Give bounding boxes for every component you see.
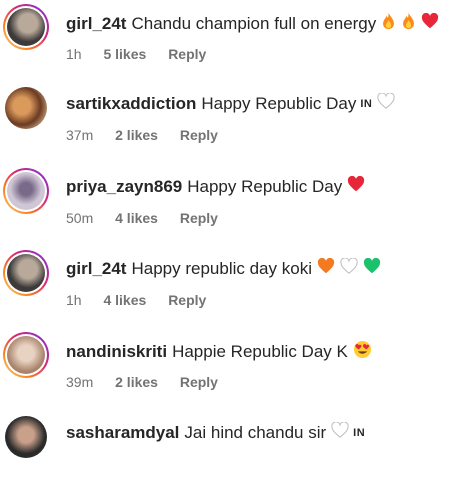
avatar[interactable] xyxy=(3,4,49,50)
comment-username[interactable]: girl_24t xyxy=(66,14,126,34)
green-heart-emoji xyxy=(363,257,381,279)
comment-item: sartikxaddiction Happy Republic Day IN 3… xyxy=(0,85,460,155)
avatar[interactable] xyxy=(3,250,49,296)
flag-in: IN xyxy=(360,97,373,110)
comment-text: Happy Republic Day xyxy=(201,93,357,113)
reply-button[interactable]: Reply xyxy=(180,210,218,226)
comment-text: Happie Republic Day K xyxy=(172,342,348,361)
comment-text: Happy republic day koki xyxy=(131,258,312,278)
avatar[interactable] xyxy=(3,85,49,131)
red-heart-emoji xyxy=(421,12,439,34)
comment-time: 37m xyxy=(66,127,94,143)
comment-time: 50m xyxy=(66,210,94,226)
fire-emoji xyxy=(381,12,396,35)
avatar[interactable] xyxy=(3,168,49,214)
comment-username[interactable]: sartikxaddiction xyxy=(66,94,196,114)
comment-username[interactable]: sasharamdyal xyxy=(66,423,179,443)
comment-username[interactable]: girl_24t xyxy=(66,259,126,279)
avatar[interactable] xyxy=(3,414,49,460)
comment-item: sasharamdyal Jai hind chandu sir IN xyxy=(0,414,460,484)
reply-button[interactable]: Reply xyxy=(168,46,206,62)
white-heart-emoji xyxy=(377,92,395,114)
reply-button[interactable]: Reply xyxy=(168,292,206,308)
comment-item: girl_24t Happy republic day koki 1h 4 li… xyxy=(0,250,460,320)
comment-time: 39m xyxy=(66,374,94,390)
comment-likes[interactable]: 5 likes xyxy=(103,46,146,62)
avatar[interactable] xyxy=(3,332,49,378)
heart-eyes-emoji xyxy=(353,340,372,364)
comment-likes[interactable]: 4 likes xyxy=(103,292,146,308)
comment-username[interactable]: priya_zayn869 xyxy=(66,177,182,197)
comment-text: Jai hind chandu sir xyxy=(184,422,327,442)
comment-item: girl_24t Chandu champion full on energy … xyxy=(0,4,460,74)
reply-button[interactable]: Reply xyxy=(180,374,218,390)
fire-emoji xyxy=(401,12,416,35)
comment-username[interactable]: nandiniskriti xyxy=(66,342,167,362)
comment-item: nandiniskriti Happie Republic Day K 39m … xyxy=(0,332,460,402)
comment-time: 1h xyxy=(66,46,82,62)
reply-button[interactable]: Reply xyxy=(180,127,218,143)
comment-item: priya_zayn869 Happy Republic Day 50m 4 l… xyxy=(0,168,460,238)
red-heart-emoji xyxy=(347,175,365,197)
comment-likes[interactable]: 4 likes xyxy=(115,210,158,226)
comment-likes[interactable]: 2 likes xyxy=(115,374,158,390)
flag-in: IN xyxy=(353,426,366,439)
orange-heart-emoji xyxy=(317,257,335,279)
comment-text: Chandu champion full on energy xyxy=(131,13,377,33)
white-heart-emoji xyxy=(340,257,358,279)
comment-time: 1h xyxy=(66,292,82,308)
white-heart-emoji xyxy=(331,421,349,443)
comment-text: Happy Republic Day xyxy=(187,176,343,196)
comment-likes[interactable]: 2 likes xyxy=(115,127,158,143)
